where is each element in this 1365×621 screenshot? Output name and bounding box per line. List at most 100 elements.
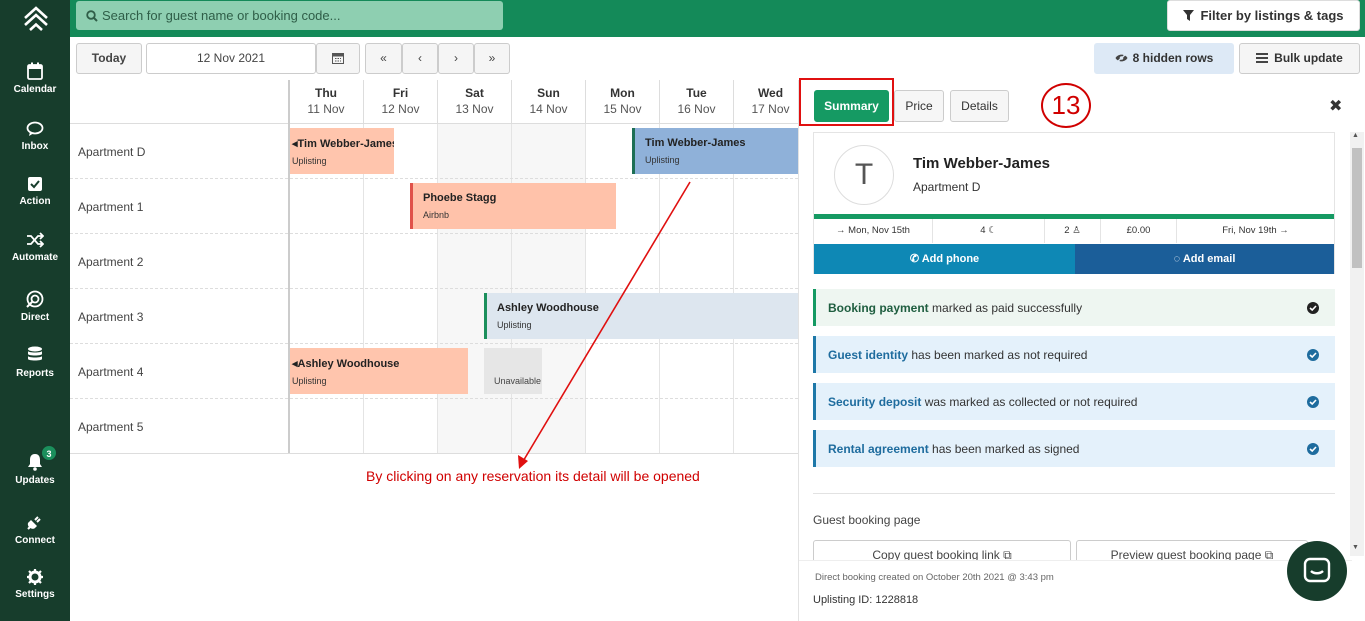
nights-count: 4 ☾ <box>932 219 1044 243</box>
checkin-date: → Mon, Nov 15th <box>836 225 910 236</box>
sidebar-item-label: Settings <box>15 589 55 600</box>
nav-next-button[interactable]: › <box>438 43 474 74</box>
checklist-item-payment[interactable]: Booking payment marked as paid successfu… <box>813 289 1335 326</box>
scroll-up-icon: ▲ <box>1352 132 1359 139</box>
reservation-bar[interactable]: ◂Ashley Woodhouse Uplisting <box>290 348 468 394</box>
close-icon[interactable]: ✖ <box>1329 96 1342 116</box>
uplisting-id: Uplisting ID: 1228818 <box>813 594 919 606</box>
reservation-guest: Phoebe Stagg <box>423 192 497 204</box>
sidebar-item-inbox[interactable]: Inbox <box>0 121 70 152</box>
day-date: 13 Nov <box>455 102 494 116</box>
check-circle-icon <box>1307 302 1319 314</box>
hidden-rows-button[interactable]: 8 hidden rows <box>1094 43 1234 74</box>
tab-summary[interactable]: Summary <box>814 90 889 122</box>
updates-count-badge: 3 <box>41 445 57 461</box>
day-header-sun: Sun 14 Nov <box>511 80 585 124</box>
total-price: £0.00 <box>1100 219 1176 243</box>
sidebar-item-label: Reports <box>16 368 54 379</box>
user-icon: ♙ <box>1072 225 1081 236</box>
checklist-text: Booking payment marked as paid successfu… <box>828 301 1083 315</box>
sidebar-item-reports[interactable]: Reports <box>0 346 70 379</box>
scrollbar[interactable]: ▲ ▼ <box>1350 132 1364 556</box>
nav-first-button[interactable]: « <box>365 43 402 74</box>
chat-bubble-icon <box>1303 557 1331 583</box>
add-email-button[interactable]: ◌ Add email <box>1075 244 1334 274</box>
checklist-item-deposit[interactable]: Security deposit was marked as collected… <box>813 383 1335 420</box>
day-name: Mon <box>610 86 635 100</box>
sidebar-item-settings[interactable]: Settings <box>0 569 70 600</box>
checkbox-icon <box>28 177 42 191</box>
uplisting-logo-icon[interactable] <box>22 4 50 32</box>
checklist-text: Guest identity has been marked as not re… <box>828 348 1088 362</box>
checklist-item-agreement[interactable]: Rental agreement has been marked as sign… <box>813 430 1335 467</box>
day-name: Thu <box>315 86 337 100</box>
reservation-bar[interactable]: Phoebe Stagg Airbnb <box>410 183 616 229</box>
sidebar-item-automate[interactable]: Automate <box>0 232 70 263</box>
calendar-header: Thu 11 Nov Fri 12 Nov Sat 13 Nov Sun 14 Nov … <box>70 80 798 124</box>
sidebar-item-label: Inbox <box>21 141 49 152</box>
listing-name[interactable]: Apartment 3 <box>78 310 143 324</box>
reservation-guest: ◂Tim Webber-James <box>292 138 394 150</box>
search-box[interactable] <box>76 1 503 30</box>
date-picker-button[interactable] <box>316 43 360 74</box>
listing-name[interactable]: Apartment D <box>78 145 145 159</box>
listing-name[interactable]: Apartment 4 <box>78 365 143 379</box>
chat-launcher-button[interactable] <box>1287 541 1347 601</box>
day-name: Fri <box>392 86 409 100</box>
add-phone-button[interactable]: ✆ Add phone <box>814 244 1075 274</box>
scroll-down-icon: ▼ <box>1352 544 1359 551</box>
day-header-fri: Fri 12 Nov <box>363 80 437 124</box>
sidebar-item-calendar[interactable]: Calendar <box>0 62 70 95</box>
unavailable-block[interactable]: Unavailable <box>484 348 542 394</box>
step-number-badge: 13 <box>1041 83 1091 128</box>
listing-name[interactable]: Apartment 5 <box>78 420 143 434</box>
guests-count: 2 ♙ <box>1044 219 1100 243</box>
guest-name[interactable]: Tim Webber-James <box>913 155 1050 172</box>
panel-footer: Direct booking created on October 20th 2… <box>799 560 1352 621</box>
avatar: T <box>834 145 894 205</box>
listing-name[interactable]: Apartment 2 <box>78 255 143 269</box>
listing-name[interactable]: Apartment 1 <box>78 200 143 214</box>
checklist-text: Rental agreement has been marked as sign… <box>828 442 1080 456</box>
bulk-update-button[interactable]: Bulk update <box>1239 43 1360 74</box>
day-date: 17 Nov <box>751 102 790 116</box>
eye-slash-icon <box>1115 53 1128 63</box>
filter-listings-label: Filter by listings & tags <box>1200 8 1344 23</box>
reservation-guest: Tim Webber-James <box>645 137 746 149</box>
search-input[interactable] <box>102 1 497 30</box>
listing-row: Apartment 2 <box>70 234 798 289</box>
annotation-note: By clicking on any reservation its detai… <box>366 468 700 484</box>
copy-icon: ⧉ <box>1003 548 1012 560</box>
sidebar-item-label: Calendar <box>13 84 57 95</box>
database-icon <box>28 346 42 361</box>
filter-icon <box>1183 10 1195 21</box>
date-field[interactable]: 12 Nov 2021 <box>146 43 316 74</box>
tab-price[interactable]: Price <box>894 90 944 122</box>
tab-details[interactable]: Details <box>950 90 1009 122</box>
sidebar-item-updates[interactable]: 3 Updates <box>0 445 70 486</box>
nav-last-button[interactable]: » <box>474 43 510 74</box>
sidebar-item-connect[interactable]: Connect <box>0 513 70 546</box>
reservation-bar[interactable]: ◂Tim Webber-James Uplisting <box>290 128 394 174</box>
reservation-bar-selected[interactable]: Tim Webber-James Uplisting <box>632 128 798 174</box>
scrollbar-thumb[interactable] <box>1352 148 1362 268</box>
day-header-tue: Tue 16 Nov <box>659 80 733 124</box>
unavailable-label: Unavailable <box>494 376 542 386</box>
day-header-thu: Thu 11 Nov <box>288 80 362 124</box>
reservation-detail-panel: Summary Price Details 13 ✖ T Tim Webber-… <box>798 78 1365 621</box>
reservation-bar[interactable]: Ashley Woodhouse Uplisting <box>484 293 798 339</box>
guest-booking-page-title: Guest booking page <box>813 513 921 527</box>
day-date: 14 Nov <box>529 102 568 116</box>
today-button[interactable]: Today <box>76 43 142 74</box>
nav-prev-button[interactable]: ‹ <box>402 43 438 74</box>
check-circle-icon <box>1307 396 1319 408</box>
sidebar-item-action[interactable]: Action <box>0 176 70 207</box>
phone-icon: ✆ <box>909 253 920 265</box>
checklist-item-identity[interactable]: Guest identity has been marked as not re… <box>813 336 1335 373</box>
copy-booking-link-button[interactable]: Copy guest booking link ⧉ <box>813 540 1071 560</box>
preview-booking-page-button[interactable]: Preview guest booking page ⧉ <box>1076 540 1308 560</box>
filter-listings-button[interactable]: Filter by listings & tags <box>1167 0 1360 31</box>
day-date: 16 Nov <box>677 102 716 116</box>
sidebar-item-direct[interactable]: Direct <box>0 290 70 323</box>
divider <box>813 493 1335 494</box>
